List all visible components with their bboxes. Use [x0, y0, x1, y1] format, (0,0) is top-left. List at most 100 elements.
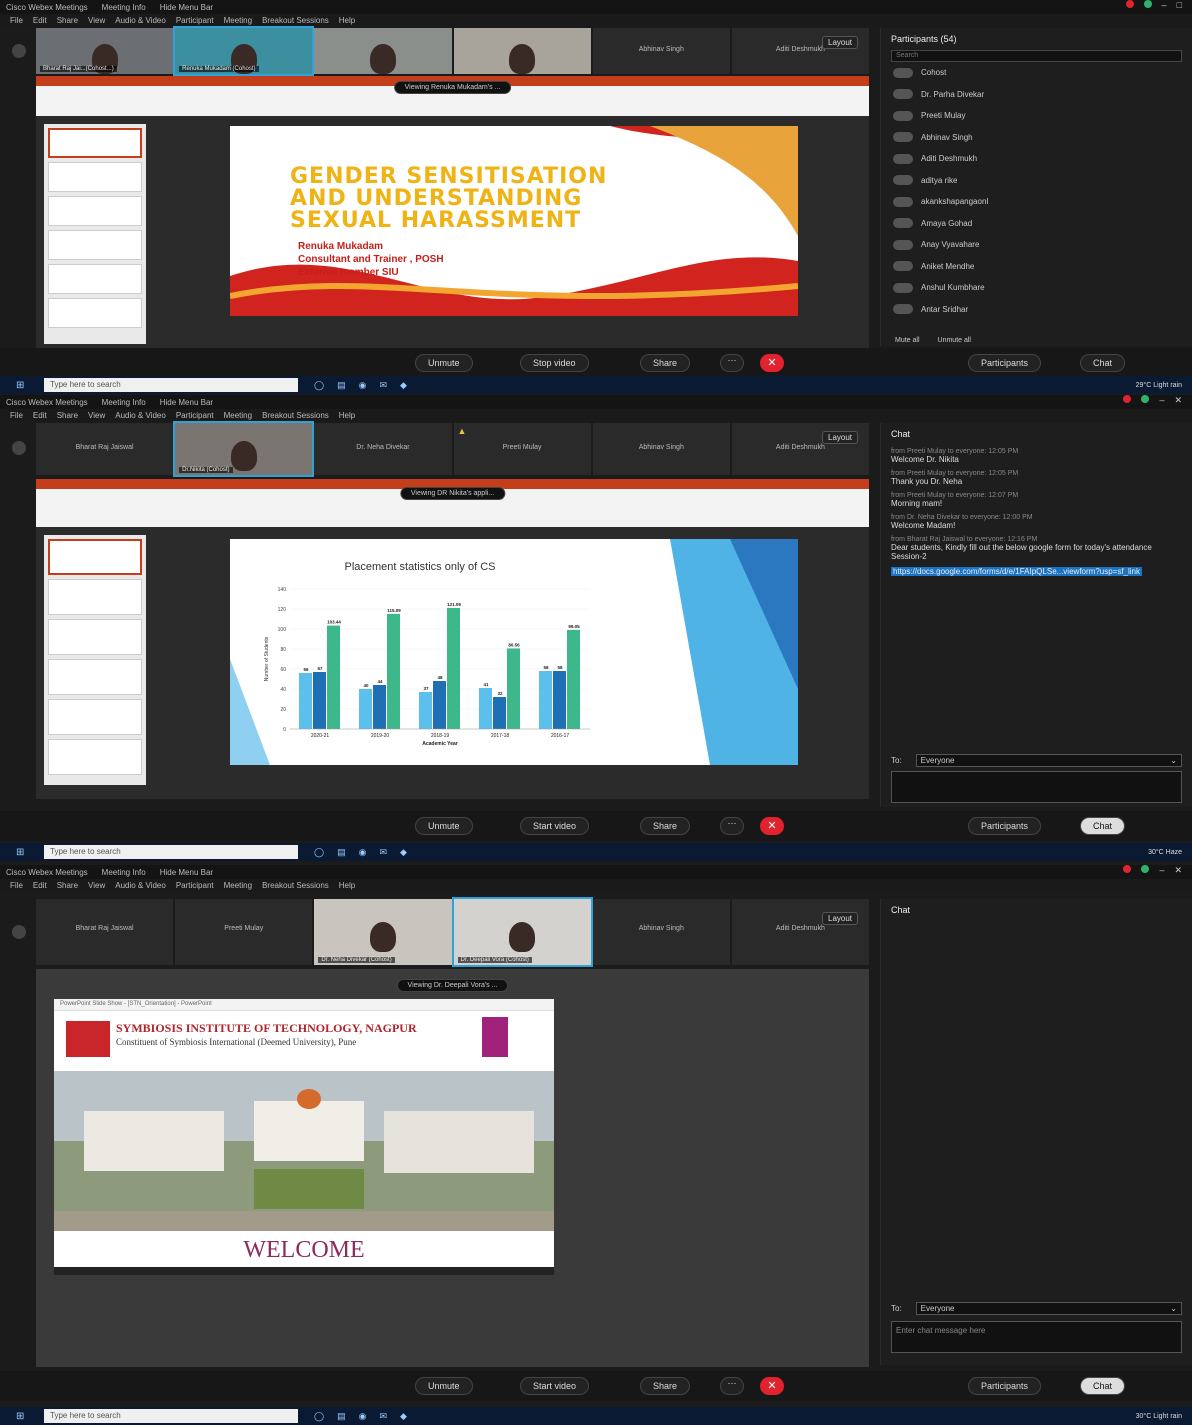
- end-call-icon[interactable]: ✕: [760, 354, 784, 372]
- menu-meeting[interactable]: Meeting: [224, 16, 252, 25]
- stop-video-button[interactable]: Stop video: [520, 354, 589, 372]
- slide-thumbnail[interactable]: [48, 539, 142, 575]
- start-video-button[interactable]: Start video: [520, 1377, 590, 1395]
- participant-row[interactable]: Preeti Mulay: [881, 105, 1192, 127]
- more-options-icon[interactable]: ···: [720, 1377, 744, 1395]
- menu-view[interactable]: View: [88, 16, 105, 25]
- meeting-info-button[interactable]: Meeting Info: [102, 868, 146, 877]
- browser-icon[interactable]: ◉: [359, 847, 367, 858]
- participant-row[interactable]: Abhinav Singh: [881, 127, 1192, 149]
- slide-thumbnail[interactable]: [48, 579, 142, 615]
- video-tile[interactable]: Dr. Neha Divekar (Cohost): [314, 899, 452, 965]
- share-button[interactable]: Share: [640, 354, 691, 372]
- mail-icon[interactable]: ✉: [379, 380, 387, 391]
- close-icon[interactable]: ✕: [1174, 865, 1182, 876]
- menu-meeting[interactable]: Meeting: [224, 881, 252, 890]
- task-view-icon[interactable]: ◯: [314, 847, 324, 858]
- participant-row[interactable]: aditya rike: [881, 170, 1192, 192]
- side-tool-icon[interactable]: [12, 925, 26, 939]
- participants-button[interactable]: Participants: [968, 1377, 1042, 1395]
- task-view-icon[interactable]: ◯: [314, 1411, 324, 1422]
- video-tile[interactable]: Bharat Raj Jaiswal: [36, 423, 174, 475]
- menu-share[interactable]: Share: [57, 16, 78, 25]
- slide-thumbnail[interactable]: [48, 619, 142, 655]
- video-tile[interactable]: Dr. Neha Divekar: [314, 423, 452, 475]
- menu-file[interactable]: File: [10, 411, 23, 420]
- menu-audio-video[interactable]: Audio & Video: [115, 411, 166, 420]
- menu-help[interactable]: Help: [339, 16, 355, 25]
- participant-row[interactable]: Anshul Kumbhare: [881, 277, 1192, 299]
- layout-button[interactable]: Layout: [822, 431, 859, 444]
- menu-share[interactable]: Share: [57, 411, 78, 420]
- menu-participant[interactable]: Participant: [176, 881, 214, 890]
- menu-breakout[interactable]: Breakout Sessions: [262, 881, 329, 890]
- meeting-info-button[interactable]: Meeting Info: [102, 3, 146, 12]
- hide-menu-bar-button[interactable]: Hide Menu Bar: [160, 398, 213, 407]
- mail-icon[interactable]: ✉: [379, 1411, 387, 1422]
- participant-row[interactable]: Aniket Mendhe: [881, 256, 1192, 278]
- slideshow-controls[interactable]: [54, 1267, 554, 1275]
- windows-start-icon[interactable]: ⊞: [16, 380, 24, 391]
- end-call-icon[interactable]: ✕: [760, 817, 784, 835]
- participants-button[interactable]: Participants: [968, 354, 1042, 372]
- windows-start-icon[interactable]: ⊞: [16, 847, 24, 858]
- chat-button[interactable]: Chat: [1080, 354, 1126, 372]
- participant-row[interactable]: Cohost: [881, 62, 1192, 84]
- more-options-icon[interactable]: ···: [720, 354, 744, 372]
- chat-input[interactable]: [891, 771, 1182, 803]
- chat-button[interactable]: Chat: [1080, 1377, 1126, 1395]
- participant-row[interactable]: akankshapangaonI: [881, 191, 1192, 213]
- mail-icon[interactable]: ✉: [379, 847, 387, 858]
- hide-menu-bar-button[interactable]: Hide Menu Bar: [160, 868, 213, 877]
- menu-help[interactable]: Help: [339, 411, 355, 420]
- minimize-icon[interactable]: –: [1159, 395, 1164, 406]
- menu-help[interactable]: Help: [339, 881, 355, 890]
- folder-icon[interactable]: ▤: [337, 380, 346, 391]
- hide-menu-bar-button[interactable]: Hide Menu Bar: [160, 3, 213, 12]
- slide-thumbnail[interactable]: [48, 162, 142, 192]
- slide-thumbnail[interactable]: [48, 699, 142, 735]
- more-options-icon[interactable]: ···: [720, 817, 744, 835]
- recipient-select[interactable]: Everyone ⌄: [915, 753, 1182, 767]
- menu-audio-video[interactable]: Audio & Video: [115, 881, 166, 890]
- menu-participant[interactable]: Participant: [176, 411, 214, 420]
- menu-view[interactable]: View: [88, 881, 105, 890]
- menu-edit[interactable]: Edit: [33, 881, 47, 890]
- taskbar-search-input[interactable]: Type here to search: [44, 845, 298, 859]
- menu-share[interactable]: Share: [57, 881, 78, 890]
- unmute-all-button[interactable]: Unmute all: [938, 337, 971, 344]
- menu-meeting[interactable]: Meeting: [224, 411, 252, 420]
- video-tile[interactable]: Preeti Mulay: [175, 899, 313, 965]
- chat-link[interactable]: https://docs.google.com/forms/d/e/1FAIpQ…: [891, 567, 1143, 576]
- share-button[interactable]: Share: [640, 1377, 691, 1395]
- participant-row[interactable]: Aditi Deshmukh: [881, 148, 1192, 170]
- meeting-info-button[interactable]: Meeting Info: [102, 398, 146, 407]
- slide-thumbnail[interactable]: [48, 196, 142, 226]
- slide-thumbnail[interactable]: [48, 128, 142, 158]
- end-call-icon[interactable]: ✕: [760, 1377, 784, 1395]
- viewing-indicator[interactable]: Viewing Dr. Deepali Vora's ...: [396, 979, 509, 992]
- video-tile[interactable]: Preeti Mulay ▲: [453, 423, 591, 475]
- viewing-indicator[interactable]: Viewing DR Nikita's appli...: [399, 487, 506, 500]
- webex-icon[interactable]: ◆: [400, 380, 407, 391]
- video-tile[interactable]: Abhinav Singh: [592, 28, 730, 74]
- folder-icon[interactable]: ▤: [337, 1411, 346, 1422]
- unmute-button[interactable]: Unmute: [415, 1377, 473, 1395]
- close-icon[interactable]: ✕: [1174, 395, 1182, 406]
- menu-breakout[interactable]: Breakout Sessions: [262, 411, 329, 420]
- menu-edit[interactable]: Edit: [33, 16, 47, 25]
- webex-icon[interactable]: ◆: [400, 1411, 407, 1422]
- layout-button[interactable]: Layout: [822, 36, 859, 49]
- share-button[interactable]: Share: [640, 817, 691, 835]
- chat-button[interactable]: Chat: [1080, 817, 1126, 835]
- video-tile[interactable]: Aditi Deshmukh: [731, 899, 870, 965]
- browser-icon[interactable]: ◉: [359, 380, 367, 391]
- video-tile-active[interactable]: Renuka Mukadam (Cohost): [173, 26, 315, 76]
- menu-participant[interactable]: Participant: [176, 16, 214, 25]
- unmute-button[interactable]: Unmute: [415, 817, 473, 835]
- video-tile-active[interactable]: Dr. Deepali Vora (Cohost): [451, 897, 593, 967]
- participant-search-input[interactable]: Search: [891, 50, 1182, 62]
- slide-thumbnail[interactable]: [48, 298, 142, 328]
- video-tile[interactable]: Aditi Deshmukh: [731, 28, 870, 74]
- participant-row[interactable]: Anay Vyavahare: [881, 234, 1192, 256]
